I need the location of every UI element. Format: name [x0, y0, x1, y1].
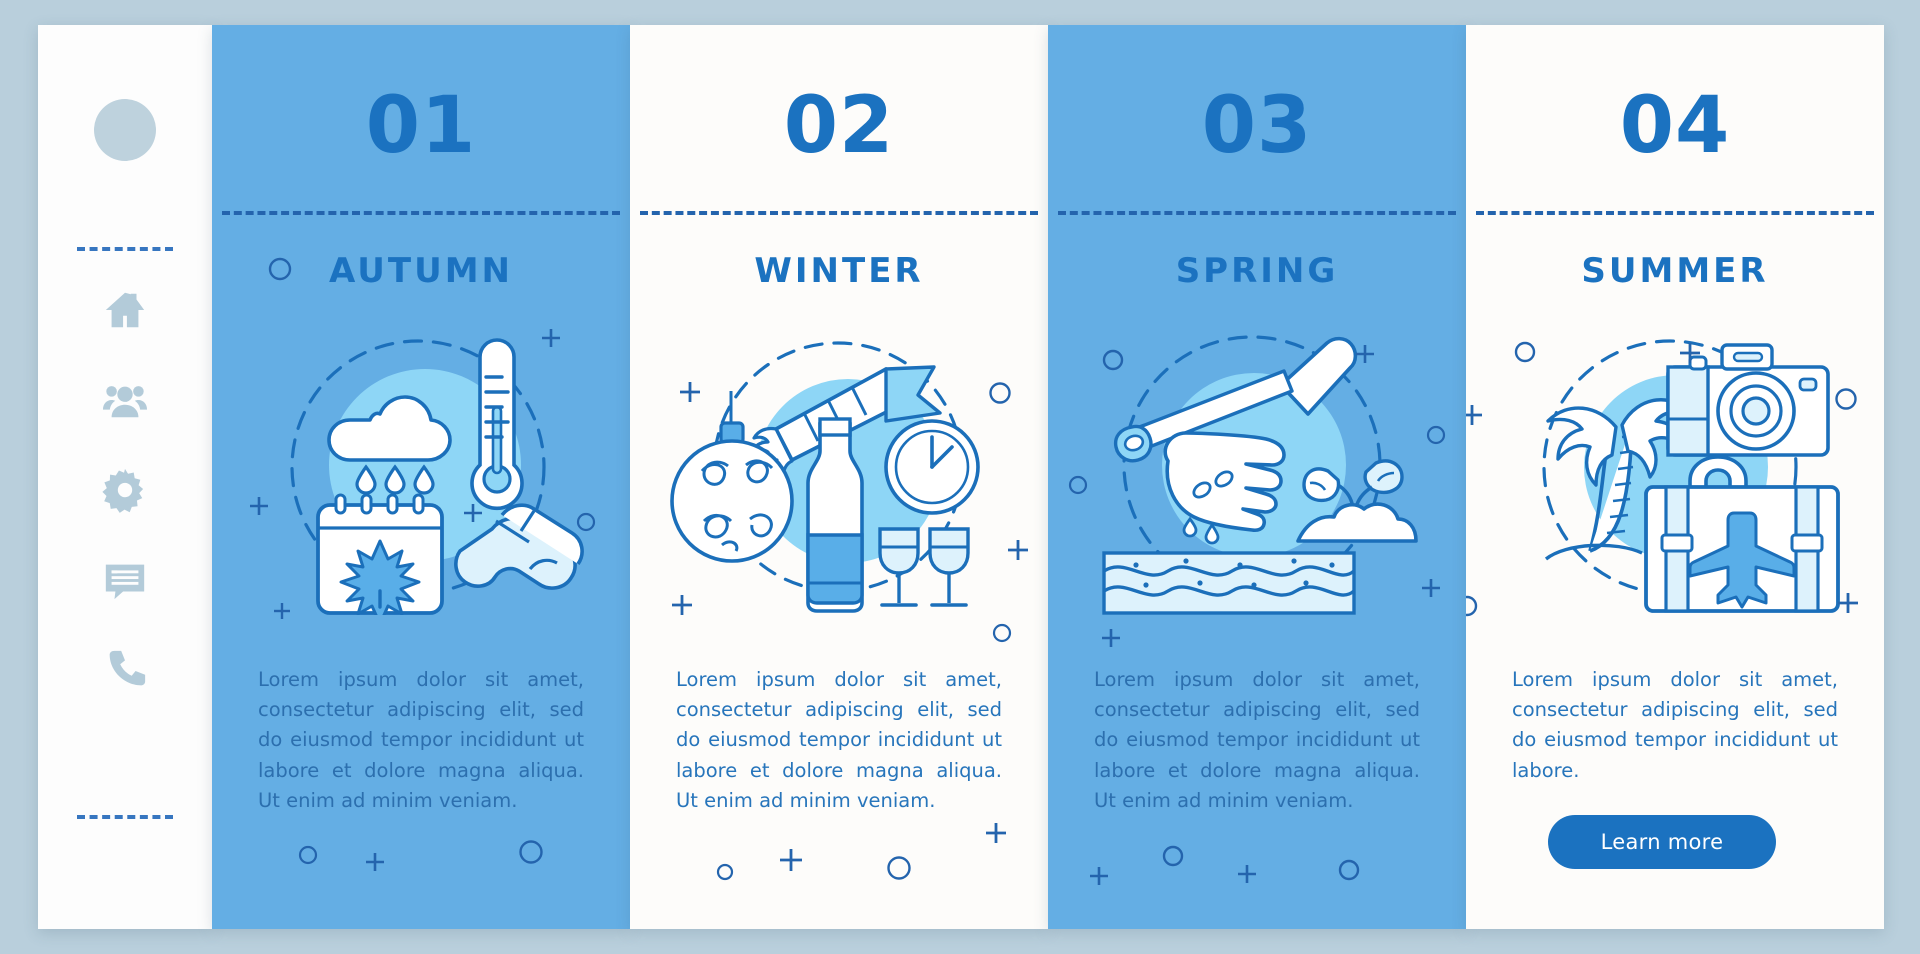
card-body: Lorem ipsum dolor sit amet, consectetur … — [258, 668, 584, 812]
plus-decoration — [984, 821, 1008, 845]
sidebar-nav — [102, 287, 148, 693]
messages-icon[interactable] — [102, 557, 148, 603]
circle-decoration — [518, 839, 544, 865]
learn-more-button[interactable]: Learn more — [1548, 815, 1776, 869]
onboarding-card-summer[interactable]: 04 SUMMER Lorem ipsum dolor sit amet, co… — [1466, 25, 1884, 929]
card-title: AUTUMN — [329, 251, 513, 291]
card-title: WINTER — [754, 251, 924, 291]
onboarding-screens: 01 AUTUMN Lorem ipsum dolor sit amet, co… — [0, 0, 1920, 954]
circle-decoration — [992, 623, 1012, 643]
onboarding-card-winter[interactable]: 02 WINTER Lorem ipsum dolor sit amet, co… — [630, 25, 1048, 929]
plus-decoration — [1466, 403, 1484, 427]
plus-decoration — [364, 851, 386, 873]
card-title: SPRING — [1175, 251, 1339, 291]
card-divider — [222, 211, 620, 215]
avatar[interactable] — [94, 99, 156, 161]
card-number: 03 — [1201, 81, 1313, 171]
card-title: SUMMER — [1581, 251, 1769, 291]
soil-layers — [1102, 551, 1356, 615]
phone-icon[interactable] — [102, 647, 148, 693]
card-divider — [1058, 211, 1456, 215]
calendar-with-maple-leaf — [316, 493, 444, 615]
sidebar-divider-top — [77, 247, 173, 251]
card-body: Lorem ipsum dolor sit amet, consectetur … — [676, 668, 1002, 812]
plus-decoration — [778, 847, 804, 873]
circle-decoration — [1162, 845, 1184, 867]
card-number: 04 — [1619, 81, 1731, 171]
onboarding-card-spring[interactable]: 03 SPRING Lorem ipsum dolor sit amet, co… — [1048, 25, 1466, 929]
card-body: Lorem ipsum dolor sit amet, consectetur … — [1094, 668, 1420, 812]
autumn-illustration — [240, 315, 602, 615]
circle-decoration — [716, 863, 734, 881]
plus-decoration — [1100, 627, 1122, 649]
spring-illustration — [1076, 315, 1438, 615]
clock — [884, 419, 980, 515]
plus-decoration — [1088, 865, 1110, 887]
summer-illustration — [1494, 315, 1856, 615]
onboarding-card-autumn[interactable]: 01 AUTUMN Lorem ipsum dolor sit amet, co… — [212, 25, 630, 929]
circle-decoration — [298, 845, 318, 865]
circle-decoration — [886, 855, 912, 881]
thermometer — [470, 338, 524, 511]
circle-decoration — [1466, 595, 1478, 617]
home-icon[interactable] — [102, 287, 148, 333]
card-number: 02 — [783, 81, 895, 171]
users-icon[interactable] — [102, 377, 148, 423]
gear-icon[interactable] — [102, 467, 148, 513]
winter-illustration — [658, 315, 1020, 615]
card-divider — [1476, 211, 1874, 215]
card-divider — [640, 211, 1038, 215]
card-number: 01 — [365, 81, 477, 171]
sidebar-divider-bottom — [77, 815, 173, 819]
photo-camera — [1666, 343, 1830, 457]
sidebar — [38, 25, 212, 929]
card-body: Lorem ipsum dolor sit amet, consectetur … — [1512, 668, 1838, 782]
plus-decoration — [1236, 863, 1258, 885]
champagne-glasses — [878, 527, 970, 607]
circle-decoration — [1338, 859, 1360, 881]
